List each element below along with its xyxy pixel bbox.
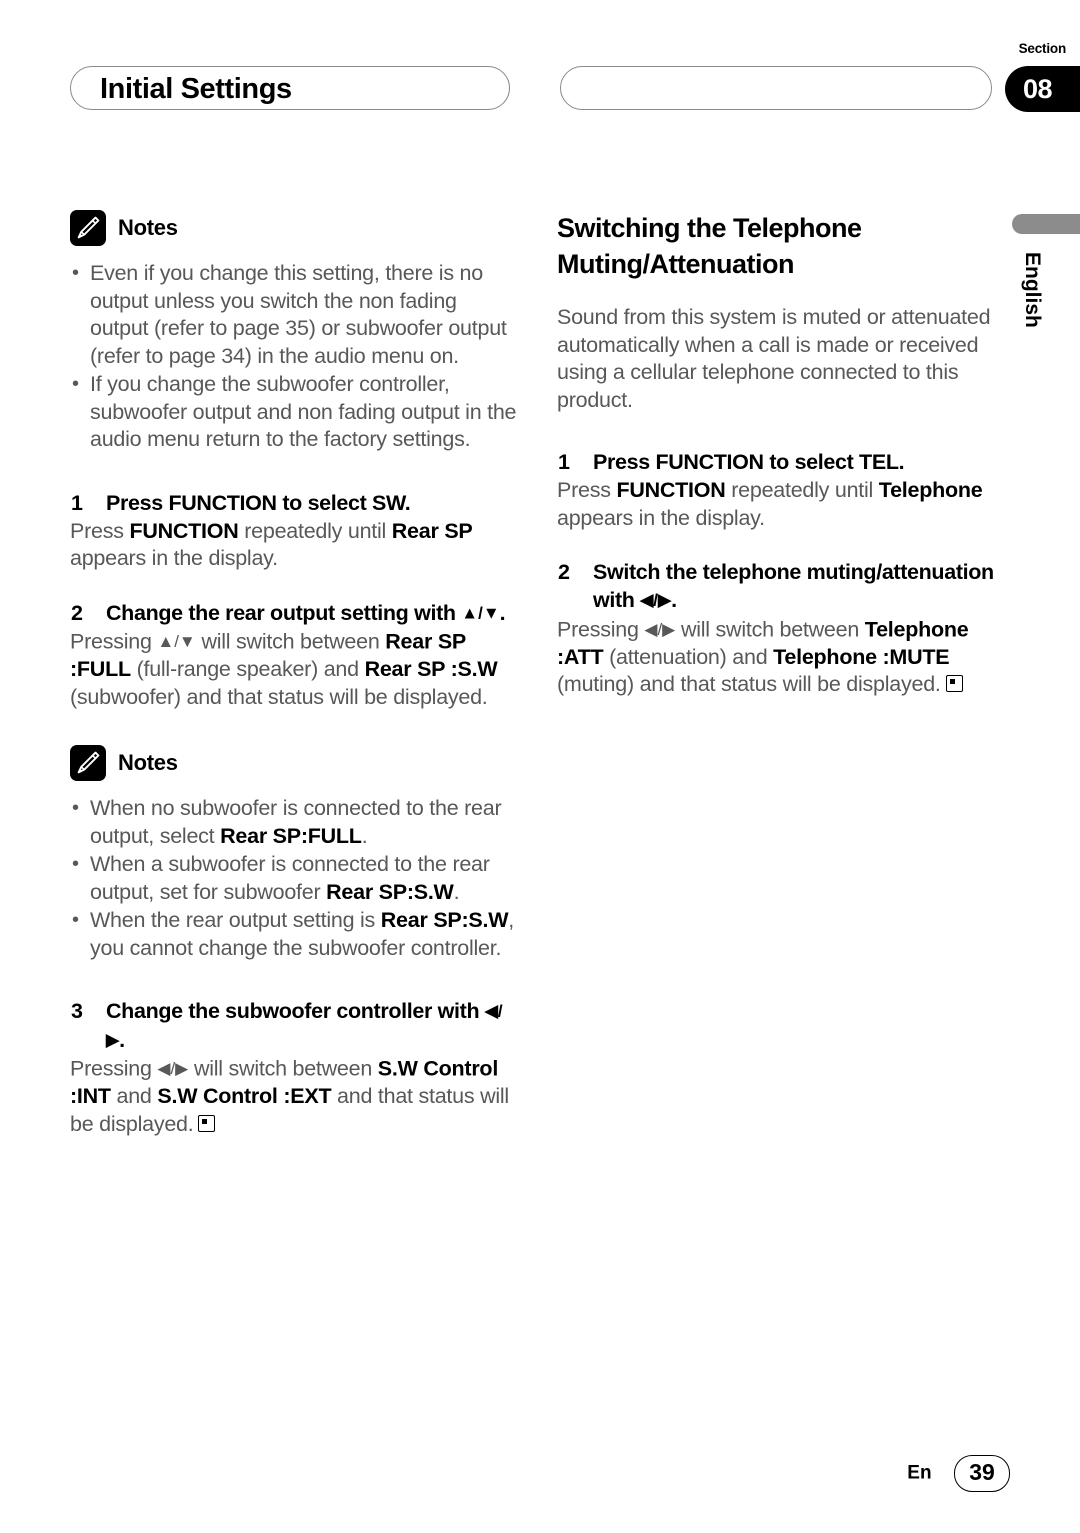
body-text: (full-range speaker) and — [130, 657, 365, 681]
body-text: appears in the display. — [557, 505, 765, 530]
body-keyword: Rear SP — [391, 518, 473, 543]
notes-heading: Notes — [70, 210, 518, 246]
section-number-badge: 08 — [1005, 66, 1080, 112]
section-label: Section — [1018, 41, 1067, 56]
list-keyword: Rear SP:S.W — [380, 908, 509, 932]
body-text: Pressing — [557, 617, 645, 641]
footer-language-code: En — [907, 1462, 932, 1484]
list-keyword: Rear SP:S.W — [326, 879, 454, 904]
list-text: . — [361, 823, 368, 848]
page-title: Initial Settings — [100, 73, 292, 105]
manual-page: Initial Settings Section 08 English Note… — [0, 0, 1080, 1533]
notes-label: Notes — [118, 750, 178, 775]
step-body: Press FUNCTION repeatedly until Telephon… — [557, 477, 997, 532]
body-text: appears in the display. — [70, 546, 278, 570]
step-number: 2 — [558, 560, 570, 584]
list-text: When the rear output setting is — [90, 908, 381, 932]
notes-block-2: Notes When no subwoofer is connected to … — [70, 745, 518, 962]
notes-list: Even if you change this setting, there i… — [70, 260, 518, 454]
notes-list: When no subwoofer is connected to the re… — [70, 795, 518, 962]
step-heading: 2 Switch the telephone muting/attenuation… — [557, 558, 997, 615]
section-number: 08 — [1023, 74, 1053, 104]
body-keyword: Telephone :MUTE — [773, 644, 950, 669]
body-text: Press — [70, 518, 130, 543]
body-keyword: Telephone — [878, 478, 983, 502]
step-2: 2 Change the rear output setting with ▲/▼… — [70, 599, 518, 712]
up-down-arrow-icon: ▲/▼ — [461, 603, 500, 622]
step-heading: 1 Press FUNCTION to select TEL. — [557, 448, 997, 476]
up-down-arrow-icon: ▲/▼ — [157, 632, 196, 651]
body-text: will switch between — [188, 1056, 378, 1081]
step-number: 1 — [558, 450, 570, 474]
end-of-procedure-icon — [198, 1114, 216, 1132]
pencil-icon — [70, 745, 106, 781]
body-keyword: S.W Control :EXT — [157, 1084, 332, 1108]
list-item: Even if you change this setting, there i… — [70, 260, 518, 370]
pencil-icon — [70, 210, 106, 246]
language-tab-label: English — [1021, 252, 1044, 328]
body-text: (subwoofer) and that status will be disp… — [70, 684, 488, 709]
step-heading-post: to select SW. — [276, 490, 411, 515]
end-of-procedure-icon — [945, 675, 963, 692]
step-heading-post: . — [671, 588, 677, 612]
body-text: Pressing — [70, 1056, 158, 1081]
step-heading: 1 Press FUNCTION to select SW. — [70, 489, 518, 517]
step-heading-pre: Press — [106, 490, 169, 515]
left-right-arrow-icon: ◀/▶ — [644, 619, 676, 639]
step-body: Pressing ▲/▼ will switch between Rear SP… — [70, 628, 518, 711]
step-heading: 3 Change the subwoofer controller with ◀/… — [70, 997, 518, 1054]
body-text: will switch between — [195, 629, 386, 654]
step-heading-pre: Press — [593, 450, 656, 474]
body-keyword: FUNCTION — [129, 518, 239, 543]
step-2: 2 Switch the telephone muting/attenuation… — [557, 558, 997, 699]
list-item: When a subwoofer is connected to the rea… — [70, 851, 518, 906]
step-number: 1 — [71, 490, 83, 515]
left-right-arrow-icon: ◀/▶ — [640, 590, 672, 610]
page-number: 39 — [954, 1455, 1010, 1492]
page-footer: En 39 — [0, 1455, 1010, 1492]
right-column: Switching the Telephone Muting/Attenuati… — [557, 210, 997, 699]
list-item: If you change the subwoofer controller, … — [70, 371, 518, 454]
step-heading-pre: Change the rear output setting with — [106, 600, 462, 625]
left-right-arrow-icon: ◀/▶ — [157, 1059, 189, 1078]
language-tab-bar — [1012, 214, 1080, 234]
body-text: Press — [557, 478, 617, 502]
list-item: When no subwoofer is connected to the re… — [70, 795, 518, 850]
list-item: When the rear output setting is Rear SP:… — [70, 907, 518, 962]
header-right-pill — [560, 66, 992, 110]
list-keyword: Rear SP:FULL — [220, 823, 362, 848]
step-heading-keyword: FUNCTION — [168, 490, 277, 515]
step-body: Pressing ◀/▶ will switch between Telepho… — [557, 616, 997, 699]
body-keyword: Rear SP :S.W — [364, 657, 498, 681]
body-text: will switch between — [675, 617, 865, 641]
step-heading-pre: Change the subwoofer controller with — [106, 999, 485, 1023]
step-heading-post: to select TEL. — [763, 450, 905, 474]
step-number: 2 — [71, 600, 83, 625]
step-heading: 2 Change the rear output setting with ▲/▼… — [70, 599, 518, 628]
left-column: Notes Even if you change this setting, t… — [70, 210, 518, 1138]
body-text: repeatedly until — [725, 478, 879, 502]
section-intro: Sound from this system is muted or atten… — [557, 305, 991, 412]
notes-heading: Notes — [70, 745, 518, 781]
body-text: Pressing — [70, 629, 158, 654]
step-1: 1 Press FUNCTION to select SW. Press FUNC… — [70, 489, 518, 573]
step-body: Pressing ◀/▶ will switch between S.W Con… — [70, 1055, 518, 1138]
step-heading-post: . — [119, 1027, 125, 1052]
step-heading-keyword: FUNCTION — [655, 450, 764, 474]
notes-label: Notes — [118, 215, 178, 240]
step-3: 3 Change the subwoofer controller with ◀/… — [70, 997, 518, 1138]
body-text: and — [110, 1084, 158, 1108]
notes-block-1: Notes Even if you change this setting, t… — [70, 210, 518, 454]
section-heading: Switching the Telephone Muting/Attenuati… — [557, 213, 862, 279]
body-text: repeatedly until — [238, 518, 392, 543]
body-text: (attenuation) and — [603, 644, 774, 669]
list-text: . — [453, 879, 460, 904]
body-text: (muting) and that status will be display… — [557, 672, 941, 696]
step-number: 3 — [71, 999, 83, 1023]
step-heading-post: . — [499, 600, 506, 625]
body-keyword: FUNCTION — [616, 478, 726, 502]
step-1: 1 Press FUNCTION to select TEL. Press FUN… — [557, 448, 997, 532]
step-body: Press FUNCTION repeatedly until Rear SP … — [70, 518, 518, 573]
